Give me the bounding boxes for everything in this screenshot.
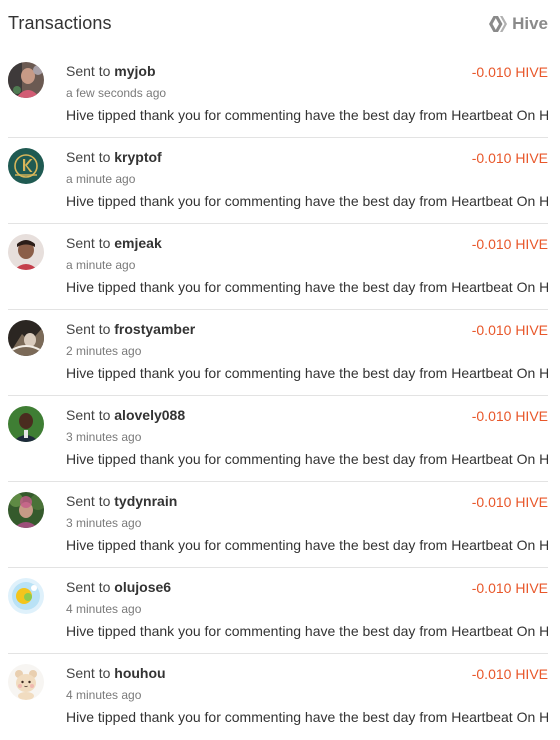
transaction-title: Sent to olujose6 xyxy=(66,579,171,595)
recipient-link[interactable]: olujose6 xyxy=(114,579,171,595)
transaction-memo: Hive tipped thank you for commenting hav… xyxy=(66,709,548,725)
transaction-row[interactable]: Sent to frostyamber -0.010 HIVE 2 minute… xyxy=(8,310,548,396)
transaction-prefix: Sent to xyxy=(66,665,111,681)
transaction-time: 3 minutes ago xyxy=(66,430,142,444)
transaction-amount: -0.010 HIVE xyxy=(471,408,548,424)
transaction-row[interactable]: Sent to houhou -0.010 HIVE 4 minutes ago… xyxy=(8,654,548,740)
transaction-prefix: Sent to xyxy=(66,493,111,509)
transaction-prefix: Sent to xyxy=(66,407,111,423)
transaction-row[interactable]: Sent to kryptof -0.010 HIVE a minute ago… xyxy=(8,138,548,224)
transaction-time: 4 minutes ago xyxy=(66,688,142,702)
avatar[interactable] xyxy=(8,148,44,184)
recipient-link[interactable]: kryptof xyxy=(114,149,161,165)
transaction-amount: -0.010 HIVE xyxy=(471,666,548,682)
transaction-prefix: Sent to xyxy=(66,321,111,337)
transaction-title: Sent to emjeak xyxy=(66,235,162,251)
transaction-title: Sent to tydynrain xyxy=(66,493,177,509)
header: Transactions Hive xyxy=(0,0,560,52)
transaction-amount: -0.010 HIVE xyxy=(471,322,548,338)
transaction-memo: Hive tipped thank you for commenting hav… xyxy=(66,623,548,639)
transaction-row[interactable]: Sent to olujose6 -0.010 HIVE 4 minutes a… xyxy=(8,568,548,654)
avatar[interactable] xyxy=(8,234,44,270)
recipient-link[interactable]: emjeak xyxy=(114,235,161,251)
transaction-time: 4 minutes ago xyxy=(66,602,142,616)
transaction-list: Sent to myjob -0.010 HIVE a few seconds … xyxy=(8,52,548,740)
transaction-amount: -0.010 HIVE xyxy=(471,236,548,252)
transaction-amount: -0.010 HIVE xyxy=(471,580,548,596)
transaction-time: a minute ago xyxy=(66,258,136,272)
transaction-title: Sent to myjob xyxy=(66,63,156,79)
transaction-time: a minute ago xyxy=(66,172,136,186)
transaction-memo: Hive tipped thank you for commenting hav… xyxy=(66,537,548,553)
avatar[interactable] xyxy=(8,320,44,356)
transaction-prefix: Sent to xyxy=(66,149,111,165)
hive-logo-icon xyxy=(489,16,508,32)
brand-label: Hive xyxy=(512,14,548,33)
recipient-link[interactable]: alovely088 xyxy=(114,407,185,423)
transaction-memo: Hive tipped thank you for commenting hav… xyxy=(66,451,548,467)
transaction-time: a few seconds ago xyxy=(66,86,167,100)
avatar[interactable] xyxy=(8,492,44,528)
transaction-memo: Hive tipped thank you for commenting hav… xyxy=(66,279,548,295)
transaction-memo: Hive tipped thank you for commenting hav… xyxy=(66,365,548,381)
recipient-link[interactable]: houhou xyxy=(114,665,165,681)
transaction-prefix: Sent to xyxy=(66,579,111,595)
transaction-title: Sent to kryptof xyxy=(66,149,162,165)
transaction-memo: Hive tipped thank you for commenting hav… xyxy=(66,193,548,209)
recipient-link[interactable]: tydynrain xyxy=(114,493,177,509)
avatar[interactable] xyxy=(8,664,44,700)
transaction-amount: -0.010 HIVE xyxy=(471,64,548,80)
avatar[interactable] xyxy=(8,578,44,614)
page-title: Transactions xyxy=(8,13,112,33)
transaction-amount: -0.010 HIVE xyxy=(471,150,548,166)
transaction-time: 3 minutes ago xyxy=(66,516,142,530)
avatar[interactable] xyxy=(8,406,44,442)
transaction-prefix: Sent to xyxy=(66,63,111,79)
transaction-memo: Hive tipped thank you for commenting hav… xyxy=(66,107,548,123)
brand-link[interactable]: Hive xyxy=(489,14,548,34)
transaction-row[interactable]: Sent to emjeak -0.010 HIVE a minute ago … xyxy=(8,224,548,310)
transaction-title: Sent to alovely088 xyxy=(66,407,185,423)
transaction-prefix: Sent to xyxy=(66,235,111,251)
transaction-row[interactable]: Sent to myjob -0.010 HIVE a few seconds … xyxy=(8,52,548,138)
avatar[interactable] xyxy=(8,62,44,98)
transaction-amount: -0.010 HIVE xyxy=(471,494,548,510)
recipient-link[interactable]: myjob xyxy=(114,63,155,79)
transaction-time: 2 minutes ago xyxy=(66,344,142,358)
transaction-title: Sent to frostyamber xyxy=(66,321,195,337)
transaction-title: Sent to houhou xyxy=(66,665,166,681)
transaction-row[interactable]: Sent to tydynrain -0.010 HIVE 3 minutes … xyxy=(8,482,548,568)
transaction-row[interactable]: Sent to alovely088 -0.010 HIVE 3 minutes… xyxy=(8,396,548,482)
recipient-link[interactable]: frostyamber xyxy=(114,321,195,337)
